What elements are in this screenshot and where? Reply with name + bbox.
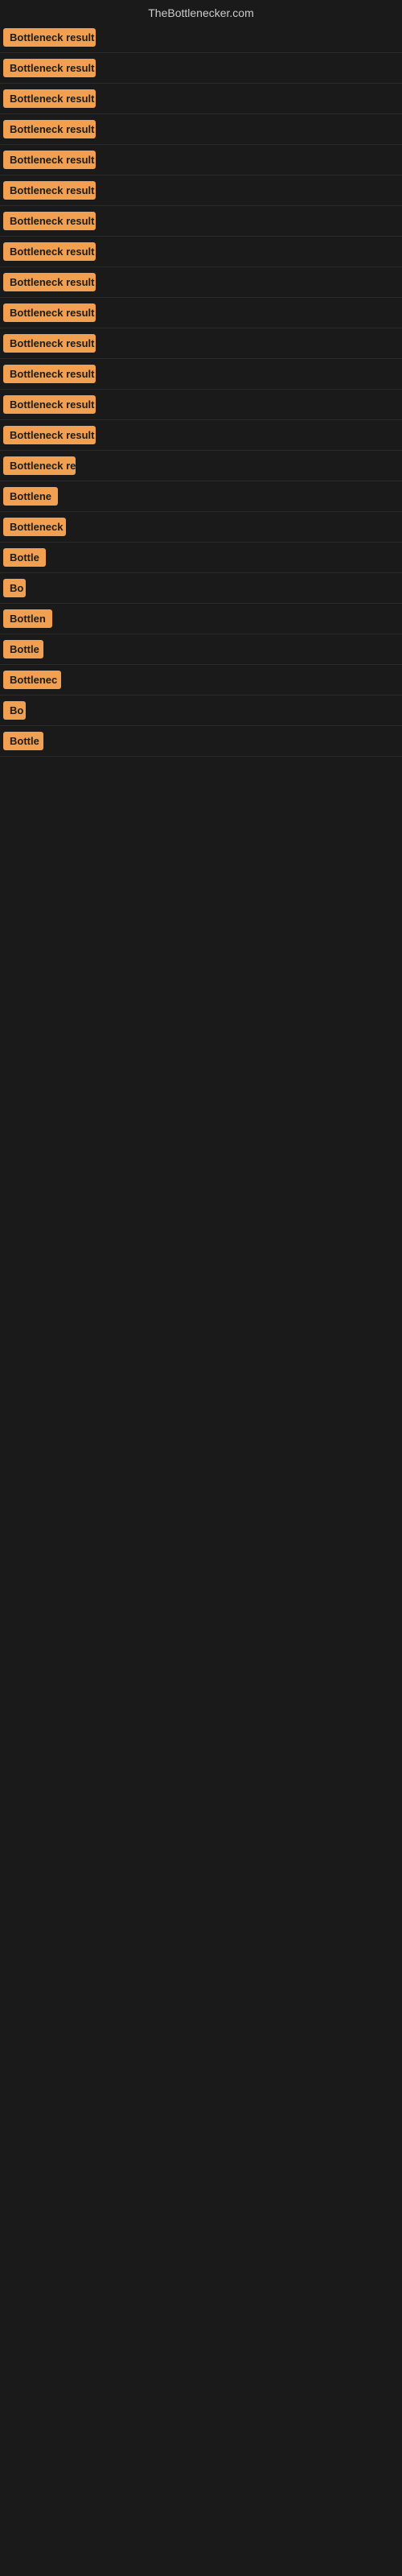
bottleneck-result-badge[interactable]: Bottle — [3, 640, 43, 658]
list-item: Bottle — [0, 543, 402, 573]
list-item: Bottleneck result — [0, 175, 402, 206]
bottleneck-result-badge[interactable]: Bottleneck result — [3, 426, 96, 444]
bottleneck-result-badge[interactable]: Bo — [3, 579, 26, 597]
bottleneck-result-badge[interactable]: Bottleneck result — [3, 212, 96, 230]
bottleneck-result-badge[interactable]: Bottleneck result — [3, 120, 96, 138]
results-list: Bottleneck result Bottleneck result Bottle… — [0, 23, 402, 757]
site-title-container: TheBottlenecker.com — [0, 0, 402, 23]
bottleneck-result-badge[interactable]: Bottlenec — [3, 671, 61, 689]
bottleneck-result-badge[interactable]: Bottlene — [3, 487, 58, 506]
bottleneck-result-badge[interactable]: Bottleneck result — [3, 151, 96, 169]
list-item: Bo — [0, 573, 402, 604]
list-item: Bottleneck result — [0, 267, 402, 298]
list-item: Bo — [0, 696, 402, 726]
bottleneck-result-badge[interactable]: Bottleneck result — [3, 273, 96, 291]
bottleneck-result-badge[interactable]: Bottleneck result — [3, 89, 96, 108]
list-item: Bottleneck result — [0, 23, 402, 53]
list-item: Bottleneck result — [0, 390, 402, 420]
list-item: Bottleneck re — [0, 451, 402, 481]
list-item: Bottleneck — [0, 512, 402, 543]
list-item: Bottleneck result — [0, 298, 402, 328]
list-item: Bottleneck result — [0, 420, 402, 451]
list-item: Bottleneck result — [0, 114, 402, 145]
list-item: Bottleneck result — [0, 53, 402, 84]
bottleneck-result-badge[interactable]: Bottleneck result — [3, 242, 96, 261]
list-item: Bottle — [0, 726, 402, 757]
bottleneck-result-badge[interactable]: Bottleneck — [3, 518, 66, 536]
bottleneck-result-badge[interactable]: Bottlen — [3, 609, 52, 628]
bottleneck-result-badge[interactable]: Bottle — [3, 548, 46, 567]
list-item: Bottleneck result — [0, 359, 402, 390]
site-title: TheBottlenecker.com — [0, 0, 402, 23]
bottleneck-result-badge[interactable]: Bottleneck re — [3, 456, 76, 475]
bottleneck-result-badge[interactable]: Bottleneck result — [3, 365, 96, 383]
bottleneck-result-badge[interactable]: Bottleneck result — [3, 303, 96, 322]
bottleneck-result-badge[interactable]: Bottleneck result — [3, 181, 96, 200]
bottleneck-result-badge[interactable]: Bottleneck result — [3, 59, 96, 77]
bottleneck-result-badge[interactable]: Bottleneck result — [3, 395, 96, 414]
list-item: Bottlene — [0, 481, 402, 512]
bottleneck-result-badge[interactable]: Bo — [3, 701, 26, 720]
list-item: Bottleneck result — [0, 237, 402, 267]
list-item: Bottleneck result — [0, 84, 402, 114]
list-item: Bottle — [0, 634, 402, 665]
list-item: Bottleneck result — [0, 145, 402, 175]
list-item: Bottleneck result — [0, 328, 402, 359]
list-item: Bottleneck result — [0, 206, 402, 237]
bottleneck-result-badge[interactable]: Bottleneck result — [3, 28, 96, 47]
list-item: Bottlenec — [0, 665, 402, 696]
bottleneck-result-badge[interactable]: Bottleneck result — [3, 334, 96, 353]
list-item: Bottlen — [0, 604, 402, 634]
bottleneck-result-badge[interactable]: Bottle — [3, 732, 43, 750]
